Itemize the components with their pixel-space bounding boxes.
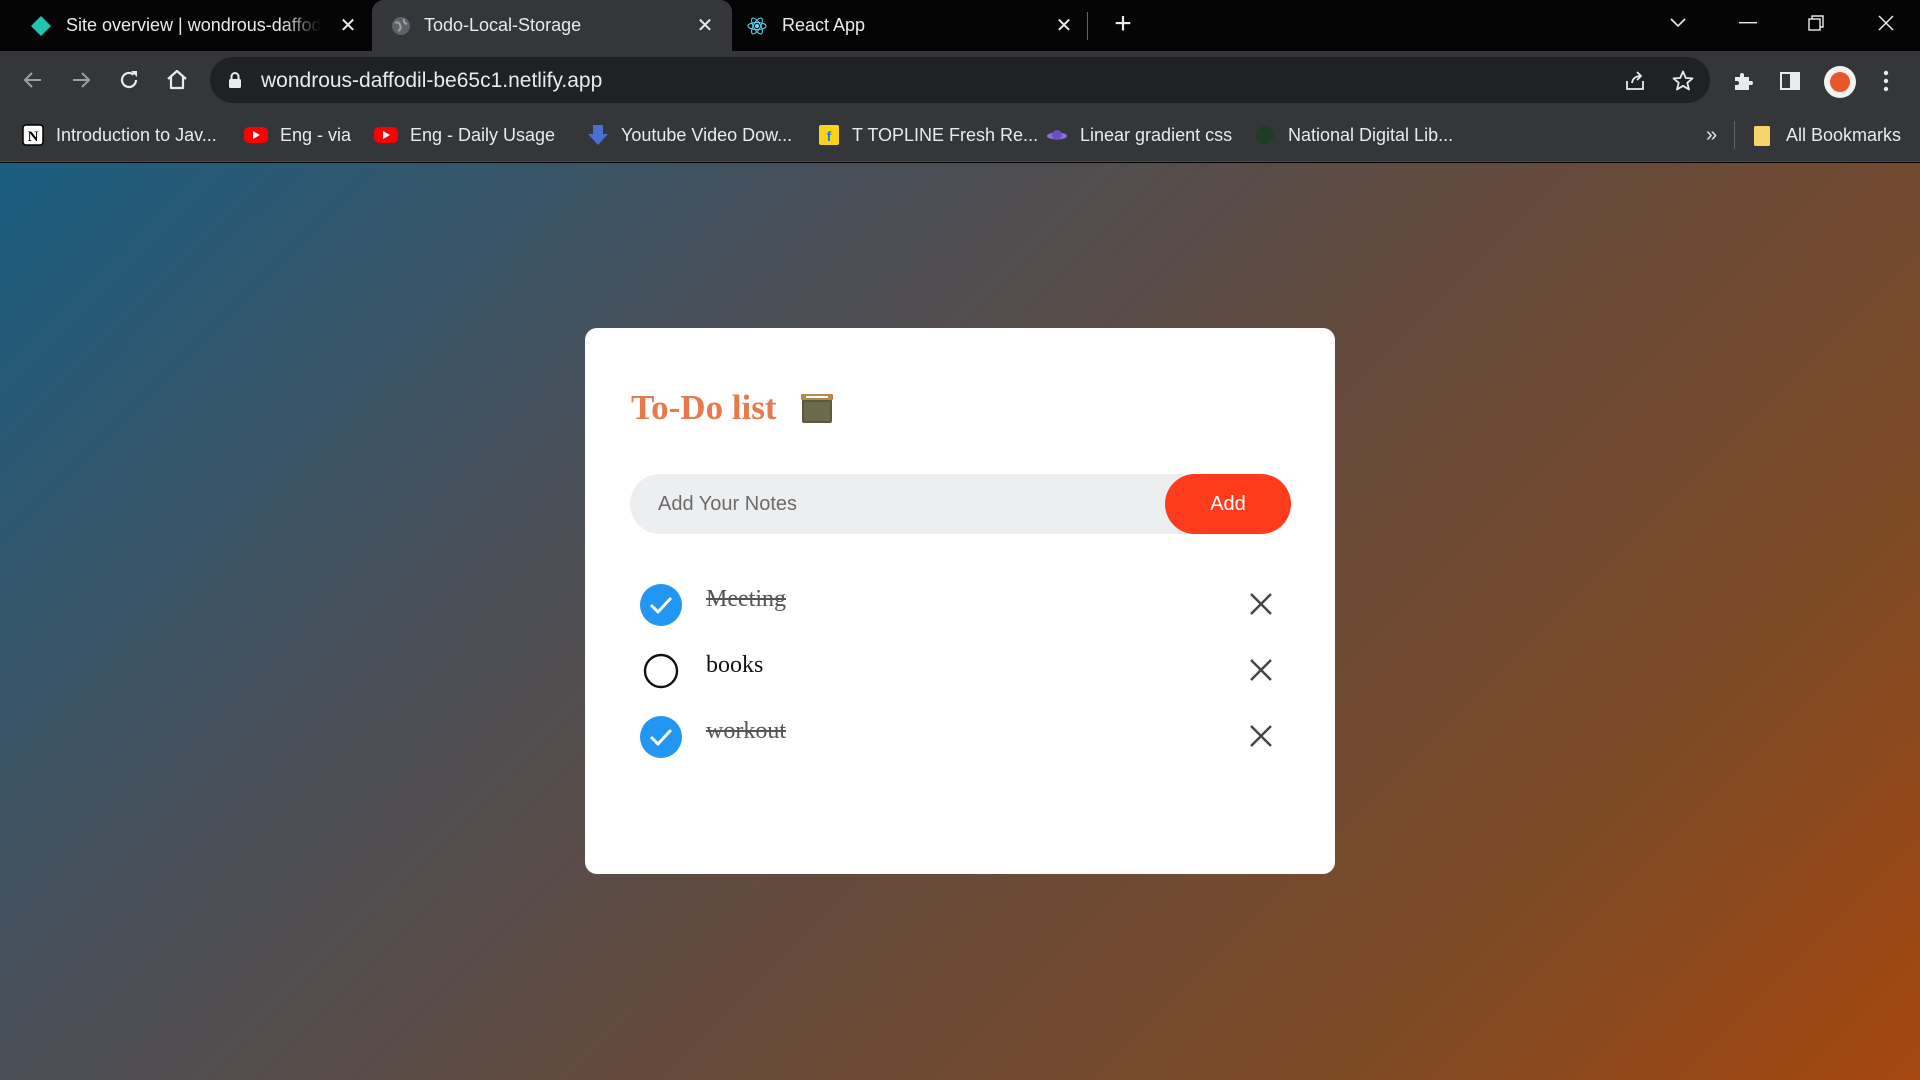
tab-strip: Site overview | wondrous-daffodil-be65c1… [0,0,1920,51]
close-tab-icon[interactable]: ✕ [336,12,360,38]
todo-card: To-Do list Add Meeting books workout [585,328,1335,874]
youtube-icon [244,127,268,143]
bookmark-label: National Digital Lib... [1288,124,1454,145]
bookmark-label: T TOPLINE Fresh Re... [852,124,1039,145]
browser-toolbar: wondrous-daffodil-be65c1.netlify.app [0,51,1920,109]
bookmarks-overflow-button[interactable]: » [1706,122,1717,148]
tab-title: Todo-Local-Storage [424,15,582,35]
back-arrow-icon[interactable] [16,63,50,97]
unchecked-circle-icon[interactable] [640,650,682,692]
all-bookmarks-item[interactable]: All Bookmarks [1752,122,1901,148]
restore-icon[interactable] [1788,0,1844,45]
profile-avatar[interactable] [1824,66,1856,98]
delete-x-icon[interactable] [1248,657,1274,683]
svg-text:f: f [827,128,832,144]
add-note-form: Add [630,474,1291,534]
bookmark-star-icon[interactable] [1670,68,1696,94]
todo-text: Meeting [706,586,786,612]
checked-circle-icon[interactable] [640,584,682,626]
tab-site-overview[interactable]: Site overview | wondrous-daffodil-be65c1… [0,0,370,51]
minimize-icon[interactable] [1720,0,1776,45]
checked-circle-icon[interactable] [640,716,682,758]
netlify-icon [31,16,51,36]
bookmark-label: Linear gradient css [1080,124,1233,145]
home-icon[interactable] [160,63,194,97]
tab-todo-local-storage[interactable]: Todo-Local-Storage ✕ [372,0,732,51]
lock-icon[interactable] [228,71,242,89]
flipkart-icon: f [819,125,839,145]
globe-icon [392,17,410,35]
bookmark-label: Eng - Daily Usage [410,124,556,145]
close-window-icon[interactable] [1858,0,1914,45]
tab-title: React App [782,15,866,35]
bookmarks-divider [1734,121,1735,149]
todo-text: books [706,652,764,678]
notes-box-icon [801,394,833,423]
bookmarks-bar: N Introduction to Jav... Eng - via Eng -… [0,109,1920,162]
close-tab-icon[interactable]: ✕ [1052,12,1076,38]
bookmark-item[interactable]: National Digital Lib... [1254,122,1453,148]
reload-icon[interactable] [112,63,146,97]
bookmark-item[interactable]: Eng - via [244,122,351,148]
youtube-icon [374,127,398,143]
notes-input[interactable] [658,474,1158,534]
bookmark-label: All Bookmarks [1786,124,1902,145]
menu-kebab-icon[interactable] [1870,65,1902,97]
bookmark-item[interactable]: Linear gradient css [1046,122,1232,148]
bookmark-label: Introduction to Jav... [56,124,217,145]
tab-react-app[interactable]: React App ✕ [732,0,1080,51]
address-bar[interactable]: wondrous-daffodil-be65c1.netlify.app [210,57,1710,103]
bookmark-item[interactable]: N Introduction to Jav... [22,122,217,148]
tab-divider [1087,12,1088,40]
close-tab-icon[interactable]: ✕ [693,12,717,38]
bookmark-item[interactable]: Eng - Daily Usage [374,122,555,148]
new-tab-plus-icon[interactable]: + [1108,9,1138,40]
download-arrow-icon [588,125,608,145]
delete-x-icon[interactable] [1248,723,1274,749]
todo-item[interactable]: Meeting [640,581,1280,627]
add-button[interactable]: Add [1165,474,1291,534]
bookmark-label: Youtube Video Dow... [621,124,793,145]
folder-icon [1754,126,1770,146]
svg-text:N: N [28,129,39,145]
tab-search-chevron-icon[interactable] [1650,0,1706,45]
tab-title: Site overview | wondrous-daffodil-be65c1 [66,15,321,35]
notion-icon: N [22,124,44,146]
page-background: To-Do list Add Meeting books workout [0,163,1920,1080]
delete-x-icon[interactable] [1248,591,1274,617]
todo-item[interactable]: workout [640,713,1280,759]
globe-icon [1256,126,1274,144]
bookmark-item[interactable]: Youtube Video Dow... [587,122,792,148]
url-text[interactable]: wondrous-daffodil-be65c1.netlify.app [261,69,602,93]
planet-icon [1047,130,1067,140]
forward-arrow-icon[interactable] [64,63,98,97]
side-panel-icon[interactable] [1774,65,1806,97]
todo-text: workout [706,718,786,744]
react-icon [747,17,767,35]
bookmark-item[interactable]: f T TOPLINE Fresh Re... [818,122,1038,148]
bookmark-label: Eng - via [280,124,352,145]
share-icon[interactable] [1622,68,1648,94]
extensions-puzzle-icon[interactable] [1727,65,1759,97]
app-title: To-Do list [631,388,777,427]
todo-item[interactable]: books [640,647,1280,693]
